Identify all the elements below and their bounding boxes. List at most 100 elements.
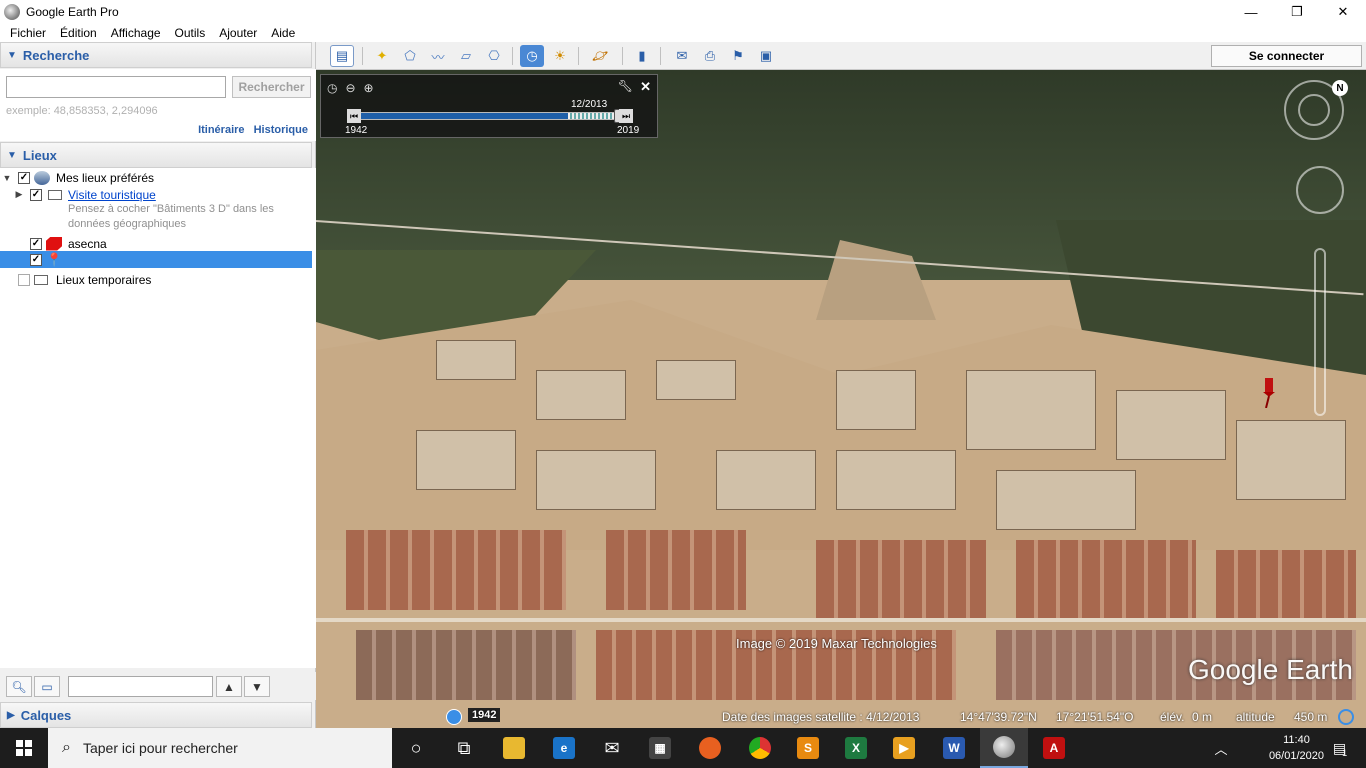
places-header-label: Lieux (22, 147, 57, 163)
tree-item-link[interactable]: Visite touristique (68, 188, 156, 202)
search-section-header[interactable]: ▼ Recherche (0, 42, 312, 68)
mail-icon: ✉ (604, 737, 620, 758)
edge-button[interactable]: e (540, 728, 588, 768)
zoom-in-time-icon[interactable]: ⊕ (364, 81, 374, 95)
acrobat-button[interactable]: A (1030, 728, 1078, 768)
clock-icon[interactable]: ◷ (327, 81, 337, 95)
planets-button[interactable]: 🪐︎ (588, 45, 612, 67)
add-placemark-button[interactable]: ✦ (370, 45, 394, 67)
add-path-button[interactable]: 〰 (426, 45, 450, 67)
history-link[interactable]: Historique (254, 124, 308, 136)
sunlight-button[interactable]: ☀ (548, 45, 572, 67)
time-current-label: 12/2013 (571, 99, 608, 110)
chrome-button[interactable] (736, 728, 784, 768)
look-joystick[interactable] (1298, 94, 1330, 126)
email-button[interactable]: ✉ (670, 45, 694, 67)
record-tour-button[interactable]: ⎔ (482, 45, 506, 67)
collapse-triangle-icon: ▼ (7, 49, 17, 61)
tree-item-placemark-selected[interactable]: ✓ 📍 (0, 251, 312, 268)
menu-affichage[interactable]: Affichage (111, 26, 161, 40)
google-earth-taskbar-button[interactable] (980, 728, 1028, 768)
print-button[interactable]: ⎙ (698, 45, 722, 67)
checkbox[interactable]: ✓ (30, 237, 42, 250)
time-track[interactable] (347, 109, 633, 123)
acrobat-icon: A (1043, 737, 1065, 759)
menu-outils[interactable]: Outils (175, 26, 206, 40)
checkbox[interactable]: ✓ (30, 253, 42, 266)
expand-right-icon[interactable]: ▶ (14, 189, 24, 200)
menu-edition[interactable]: Édition (60, 26, 97, 40)
directions-link[interactable]: Itinéraire (198, 124, 244, 136)
checkbox[interactable]: ✓ (30, 188, 42, 201)
places-section-header[interactable]: ▼ Lieux (0, 142, 312, 168)
maximize-button[interactable]: ❐ (1274, 0, 1320, 24)
clock-icon[interactable] (446, 709, 462, 725)
excel-button[interactable]: X (832, 728, 880, 768)
word-button[interactable]: W (930, 728, 978, 768)
zoom-out-time-icon[interactable]: ⊖ (345, 81, 355, 95)
north-indicator[interactable]: N (1332, 80, 1348, 96)
minimize-button[interactable]: — (1228, 0, 1274, 24)
search-places-button[interactable]: 🔍︎ (6, 676, 32, 697)
time-prev-button[interactable]: ⏮ (347, 109, 361, 123)
checkbox[interactable]: ✓ (18, 171, 30, 184)
layers-section-header[interactable]: ▶ Calques (0, 702, 312, 728)
move-up-button[interactable]: ▲ (216, 676, 242, 697)
notifications-button[interactable]: ▤ 1 (1320, 728, 1360, 768)
task-view-button[interactable]: ⧉ (440, 728, 488, 768)
zoom-slider[interactable] (1314, 248, 1326, 416)
historical-imagery-button[interactable]: ◷ (520, 45, 544, 67)
start-button[interactable] (0, 728, 48, 768)
save-image-button[interactable]: ▣ (754, 45, 778, 67)
close-time-slider-button[interactable]: ✕ (640, 79, 651, 95)
ruler-button[interactable]: ▮ (630, 45, 654, 67)
file-explorer-button[interactable] (490, 728, 538, 768)
google-earth-icon (4, 4, 20, 20)
sign-in-button[interactable]: Se connecter (1211, 45, 1362, 67)
pushpin-icon[interactable] (1262, 378, 1276, 408)
tray-expand-button[interactable]: ︿ (1206, 728, 1236, 768)
map-view[interactable]: ◷ ⊖ ⊕ 🔧︎ ✕ 12/2013 ⏮ ⏭ 1942 2019 N Image… (316, 70, 1366, 728)
tree-item-tour[interactable]: ▶ ✓ Visite touristique (0, 186, 312, 203)
search-button[interactable]: Rechercher (232, 76, 311, 98)
store-button[interactable]: ▦ (636, 728, 684, 768)
media-button[interactable]: ▶ (880, 728, 928, 768)
folder-icon (34, 274, 48, 285)
time-start-label: 1942 (345, 125, 368, 136)
cortana-button[interactable]: ○ (392, 728, 440, 768)
media-icon: ▶ (893, 737, 915, 759)
taskbar-search[interactable]: ⌕ Taper ici pour rechercher (48, 728, 392, 768)
search-header-label: Recherche (22, 47, 90, 63)
time-next-button[interactable]: ⏭ (619, 109, 633, 123)
places-filter-input[interactable] (68, 676, 213, 697)
search-input[interactable] (6, 76, 226, 98)
sidebar-toggle-button[interactable]: ▤ (330, 45, 354, 67)
placemark-icon: ✦ (376, 48, 388, 63)
tree-item-my-places[interactable]: ▼ ✓ Mes lieux préférés (0, 169, 312, 186)
expand-down-icon[interactable]: ▼ (2, 173, 12, 183)
add-polygon-button[interactable]: ⬠ (398, 45, 422, 67)
sublime-button[interactable]: S (784, 728, 832, 768)
tree-item-label: Mes lieux préférés (56, 170, 155, 185)
circle-icon: ○ (410, 737, 422, 758)
add-overlay-button[interactable]: ▱ (454, 45, 478, 67)
taskbar-clock[interactable]: 11:40 06/01/2020 (1269, 732, 1324, 764)
checkbox[interactable] (18, 273, 30, 286)
close-button[interactable]: ✕ (1320, 0, 1366, 24)
globe-icon (34, 170, 50, 185)
move-down-button[interactable]: ▼ (244, 676, 270, 697)
panel-toggle-button[interactable]: ▭ (34, 676, 60, 697)
tree-item-asecna[interactable]: ✓ asecna (0, 235, 312, 252)
tree-item-temporary[interactable]: Lieux temporaires (0, 271, 312, 288)
move-joystick[interactable] (1296, 166, 1344, 214)
mail-button[interactable]: ✉ (588, 728, 636, 768)
clock-date: 06/01/2020 (1268, 750, 1324, 762)
google-maps-button[interactable]: ⚑ (726, 45, 750, 67)
email-icon: ✉ (676, 48, 688, 63)
menu-fichier[interactable]: Fichier (10, 26, 46, 40)
menu-ajouter[interactable]: Ajouter (219, 26, 257, 40)
firefox-button[interactable] (686, 728, 734, 768)
wrench-icon[interactable]: 🔧︎ (618, 79, 633, 93)
main-toolbar: ▤ ✦ ⬠ 〰 ▱ ⎔ ◷ ☀ 🪐︎ ▮ ✉ ⎙ ⚑ ▣ Se connecte… (316, 42, 1366, 70)
menu-aide[interactable]: Aide (271, 26, 295, 40)
